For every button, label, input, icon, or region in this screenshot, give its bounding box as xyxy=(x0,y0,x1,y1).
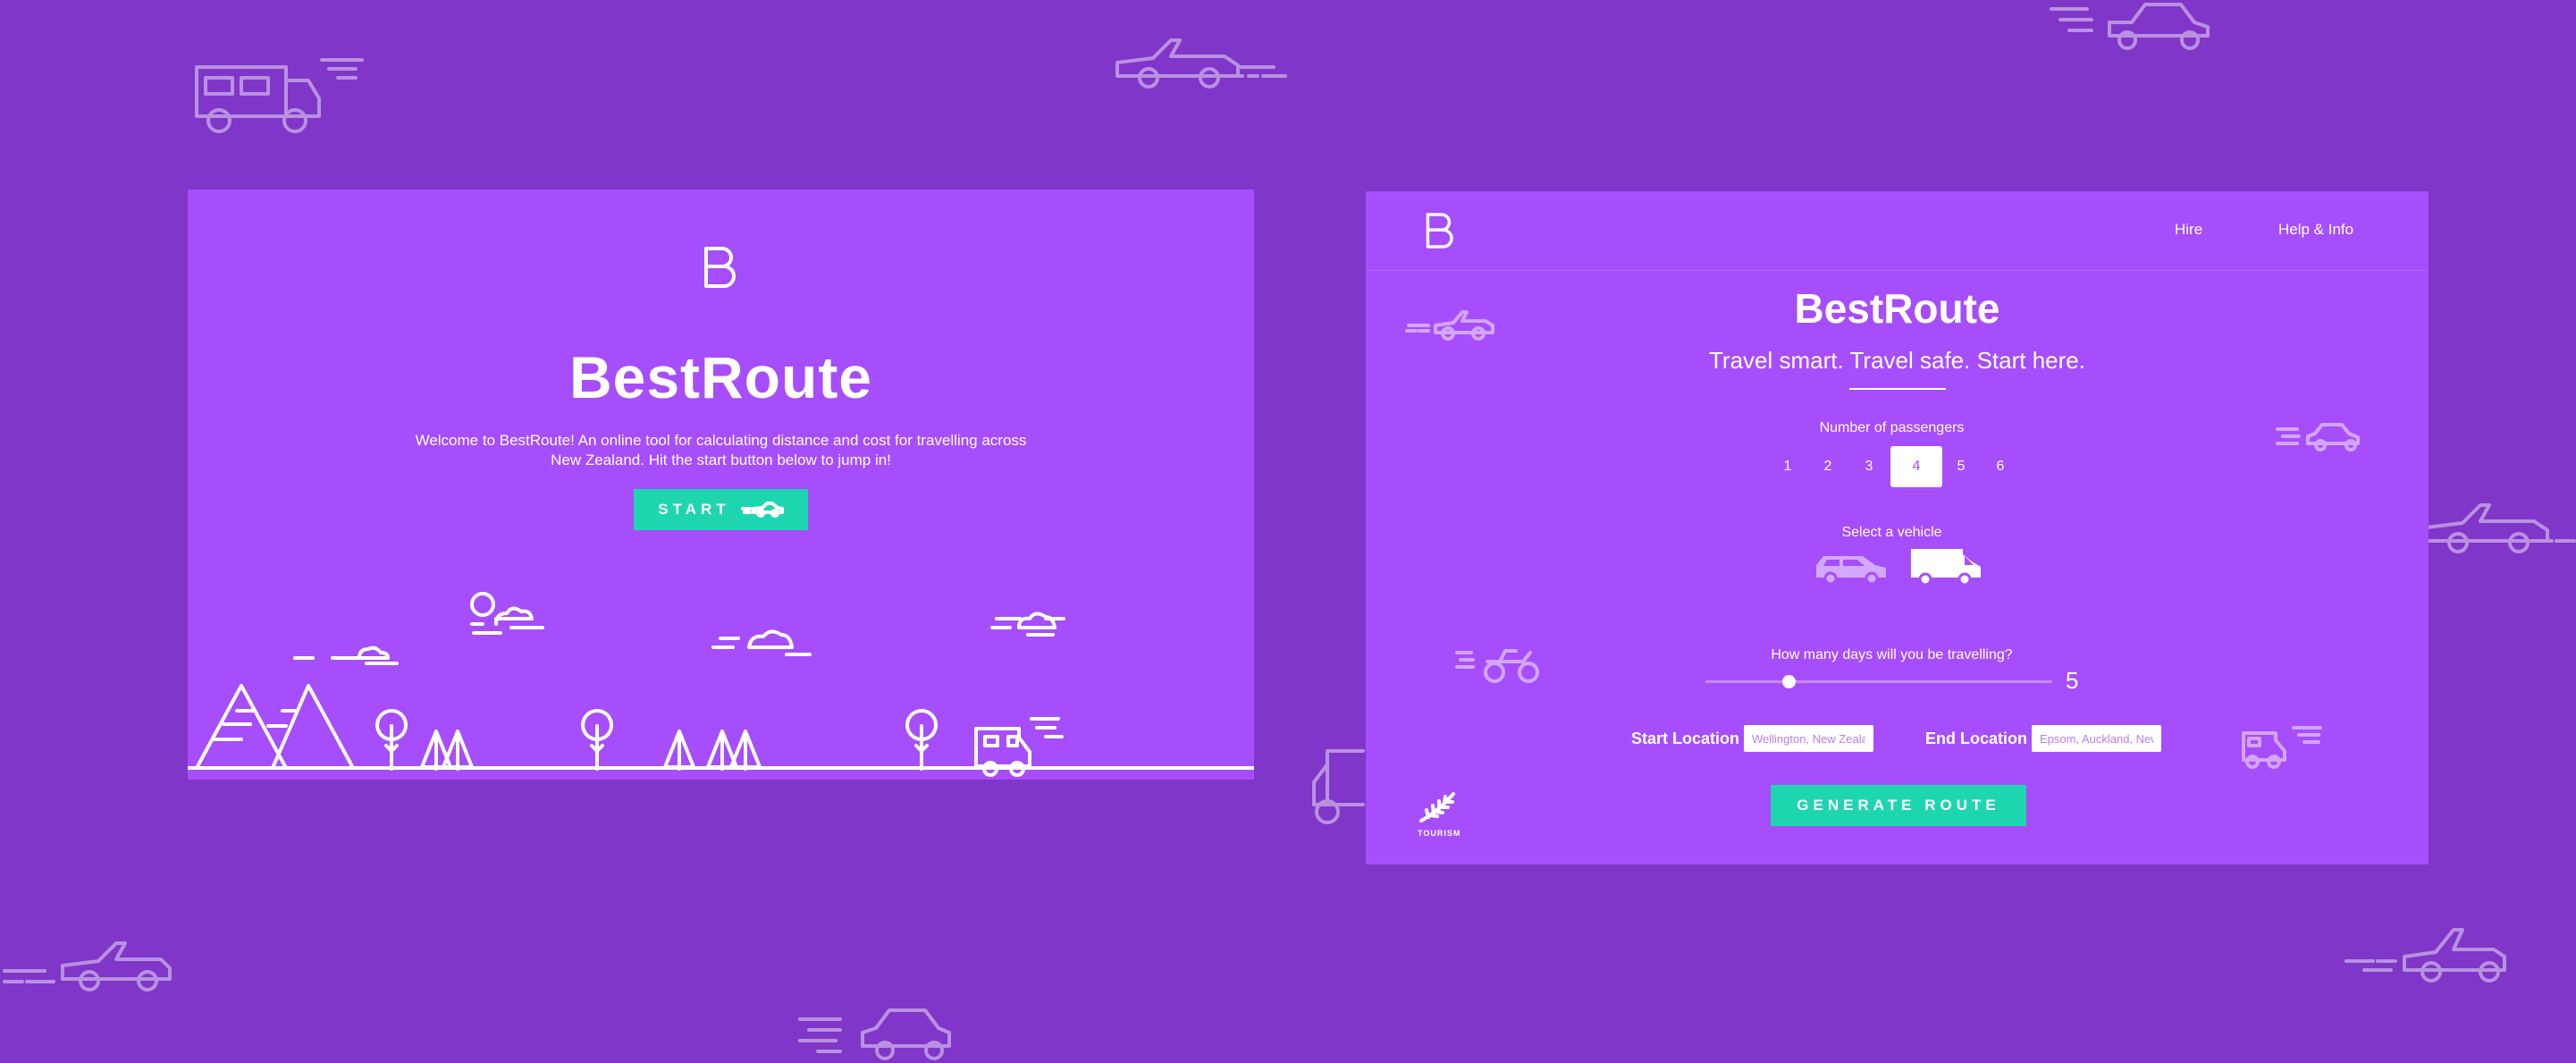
campervan-icon xyxy=(2242,726,2322,769)
navbar: Hire Help & Info xyxy=(1366,191,2429,271)
landing-title: BestRoute xyxy=(568,344,873,410)
convertible-icon xyxy=(2342,921,2521,983)
planner-title: BestRoute xyxy=(1794,285,2000,332)
convertible-icon xyxy=(1113,31,1292,94)
start-button-label: START xyxy=(658,501,730,518)
bestroute-logo-icon[interactable] xyxy=(1425,211,1457,250)
generate-route-button[interactable]: GENERATE ROUTE xyxy=(1771,785,2026,826)
campervan-icon[interactable] xyxy=(1907,545,1984,586)
convertible-icon xyxy=(0,930,179,992)
tree-icon xyxy=(663,730,695,771)
campervan-icon xyxy=(974,717,1064,768)
days-slider[interactable] xyxy=(1705,680,2052,683)
campervan-icon xyxy=(188,49,366,139)
car-icon xyxy=(740,502,784,518)
tree-icon xyxy=(581,709,614,771)
vehicle-label: Select a vehicle xyxy=(1841,525,1942,540)
fern-icon xyxy=(1419,792,1455,823)
planner-tagline: Travel smart. Travel safe. Start here. xyxy=(1709,347,2085,374)
cloud-icon xyxy=(293,645,399,665)
cloud-icon xyxy=(990,612,1065,637)
tree-icon xyxy=(420,730,474,771)
days-value: 5 xyxy=(2066,667,2079,694)
mountain-icon xyxy=(195,684,355,770)
campervan-icon xyxy=(1301,742,1372,831)
nav-hire-link[interactable]: Hire xyxy=(2175,221,2202,239)
passengers-label: Number of passengers xyxy=(1819,420,1965,435)
passenger-option-6[interactable]: 6 xyxy=(1974,446,2026,487)
landing-panel: BestRoute Welcome to BestRoute! An onlin… xyxy=(188,190,1254,780)
bestroute-logo-icon xyxy=(704,247,736,288)
nav-help-info-link[interactable]: Help & Info xyxy=(2278,221,2353,239)
landing-intro: Welcome to BestRoute! An online tool for… xyxy=(415,432,1027,468)
end-location-label: End Location xyxy=(1925,730,2027,747)
passenger-option-3[interactable]: 3 xyxy=(1843,446,1895,487)
car-icon xyxy=(2047,0,2217,54)
divider xyxy=(1849,388,1946,390)
car-icon[interactable] xyxy=(1813,549,1890,585)
landscape-illustration xyxy=(188,592,1254,777)
tree-icon xyxy=(375,709,408,771)
tourism-badge: TOURISM xyxy=(1418,790,1461,838)
planner-panel: Hire Help & Info BestRoute Travel smart.… xyxy=(1366,191,2429,865)
tree-icon xyxy=(905,709,939,771)
days-label: How many days will you be travelling? xyxy=(1771,647,2013,662)
days-slider-handle[interactable] xyxy=(1782,675,1796,688)
car-icon xyxy=(796,1006,956,1063)
cloud-icon xyxy=(711,629,812,656)
end-location-input[interactable] xyxy=(2032,725,2161,752)
tree-icon xyxy=(706,730,762,771)
start-location-label: Start Location xyxy=(1631,730,1740,747)
tourism-badge-text: TOURISM xyxy=(1418,829,1461,838)
cloud-icon xyxy=(470,606,544,635)
start-button[interactable]: START xyxy=(634,489,808,530)
start-location-input[interactable] xyxy=(1744,725,1873,752)
convertible-icon xyxy=(2422,496,2576,559)
